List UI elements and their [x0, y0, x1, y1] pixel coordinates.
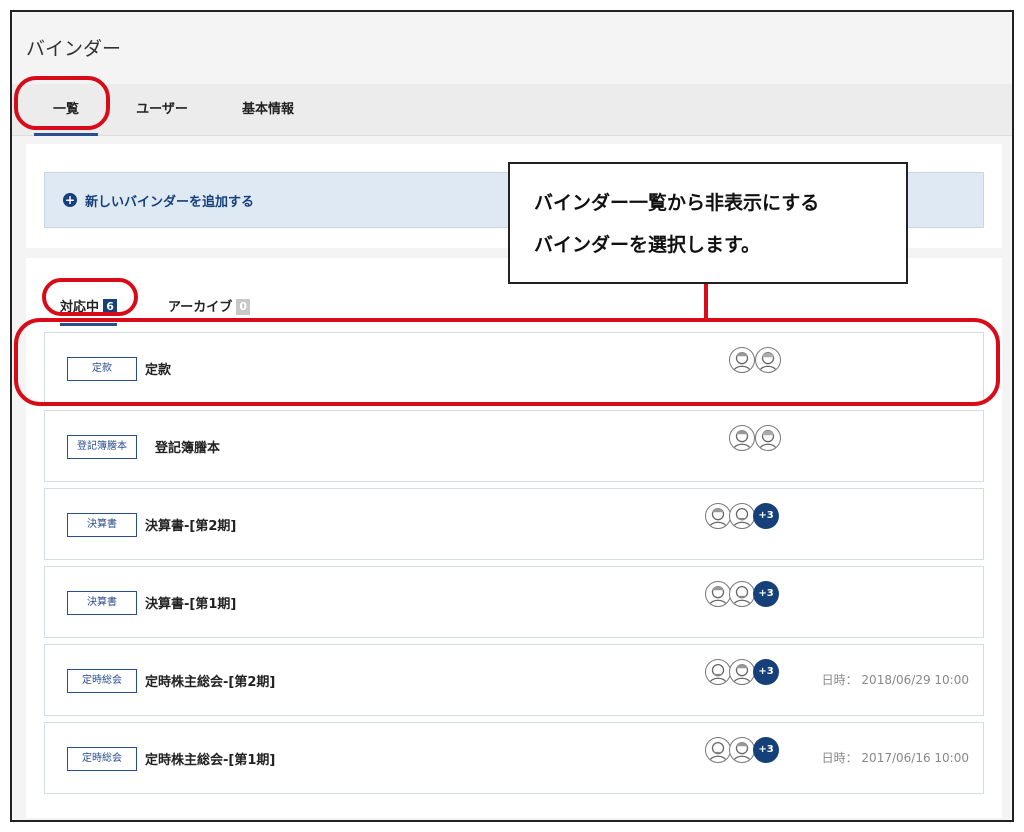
binder-name: 定時株主総会-[第1期] — [145, 753, 276, 768]
binder-tag: 決算書 — [67, 591, 137, 615]
add-binder-label: 新しいバインダーを追加する — [85, 195, 255, 210]
binder-tag: 定款 — [67, 357, 137, 381]
user-avatar-icon — [729, 737, 755, 763]
callout-connector — [704, 284, 708, 318]
binder-name: 定款 — [145, 363, 172, 378]
active-count-badge: 6 — [103, 299, 118, 315]
binder-tag: 定時総会 — [67, 669, 137, 693]
meeting-datetime: 日時： 2017/06/16 10:00 — [821, 751, 969, 765]
binder-list-panel: 対応中 6 アーカイブ 0 定款 定款 登記簿謄本 登記簿謄本 決算書 決算書-… — [26, 258, 1002, 818]
app-window: バインダー 一覧 ユーザー 基本情報 + 新しいバインダーを追加する 対応中 6 … — [10, 10, 1014, 822]
tab-list[interactable]: 一覧 — [34, 84, 98, 136]
tab-bar: 一覧 ユーザー 基本情報 — [12, 84, 1012, 136]
user-avatar-icon — [729, 425, 755, 451]
binder-name: 定時株主総会-[第2期] — [145, 675, 276, 690]
tab-users[interactable]: ユーザー — [122, 84, 202, 136]
more-members-badge[interactable]: +3 — [753, 503, 779, 529]
user-avatar-icon — [705, 659, 731, 685]
user-avatar-icon — [705, 503, 731, 529]
user-avatar-icon — [729, 581, 755, 607]
binder-name: 決算書-[第2期] — [145, 519, 237, 534]
user-avatar-icon — [729, 503, 755, 529]
binder-row[interactable]: 定款 定款 — [44, 332, 984, 404]
tab-basic-info[interactable]: 基本情報 — [228, 84, 308, 136]
callout-line-2: バインダーを選択します。 — [534, 234, 761, 256]
user-avatar-icon — [755, 425, 781, 451]
instruction-callout: バインダー一覧から非表示にする バインダーを選択します。 — [508, 162, 908, 284]
archive-count-badge: 0 — [236, 299, 251, 315]
binder-row[interactable]: 登記簿謄本 登記簿謄本 — [44, 410, 984, 482]
binder-tag: 決算書 — [67, 513, 137, 537]
user-avatar-icon — [729, 347, 755, 373]
binder-row[interactable]: 定時総会 定時株主総会-[第2期] +3 日時： 2018/06/29 10:0… — [44, 644, 984, 716]
binder-name: 決算書-[第1期] — [145, 597, 237, 612]
binder-name: 登記簿謄本 — [155, 441, 221, 456]
binder-tag: 定時総会 — [67, 747, 137, 771]
user-avatar-icon — [705, 737, 731, 763]
binder-row[interactable]: 決算書 決算書-[第1期] +3 — [44, 566, 984, 638]
binder-row[interactable]: 定時総会 定時株主総会-[第1期] +3 日時： 2017/06/16 10:0… — [44, 722, 984, 794]
plus-circle-icon: + — [63, 193, 77, 207]
subtab-active-label: 対応中 — [60, 300, 100, 315]
more-members-badge[interactable]: +3 — [753, 737, 779, 763]
binder-row[interactable]: 決算書 決算書-[第2期] +3 — [44, 488, 984, 560]
subtab-active[interactable]: 対応中 6 — [60, 296, 118, 326]
binder-tag: 登記簿謄本 — [67, 435, 137, 459]
callout-line-1: バインダー一覧から非表示にする — [534, 192, 820, 214]
page-title: バインダー — [26, 38, 122, 60]
more-members-badge[interactable]: +3 — [753, 581, 779, 607]
user-avatar-icon — [729, 659, 755, 685]
user-avatar-icon — [755, 347, 781, 373]
more-members-badge[interactable]: +3 — [753, 659, 779, 685]
user-avatar-icon — [705, 581, 731, 607]
meeting-datetime: 日時： 2018/06/29 10:00 — [821, 673, 969, 687]
subtab-archive[interactable]: アーカイブ 0 — [168, 296, 251, 315]
subtab-archive-label: アーカイブ — [168, 300, 233, 315]
